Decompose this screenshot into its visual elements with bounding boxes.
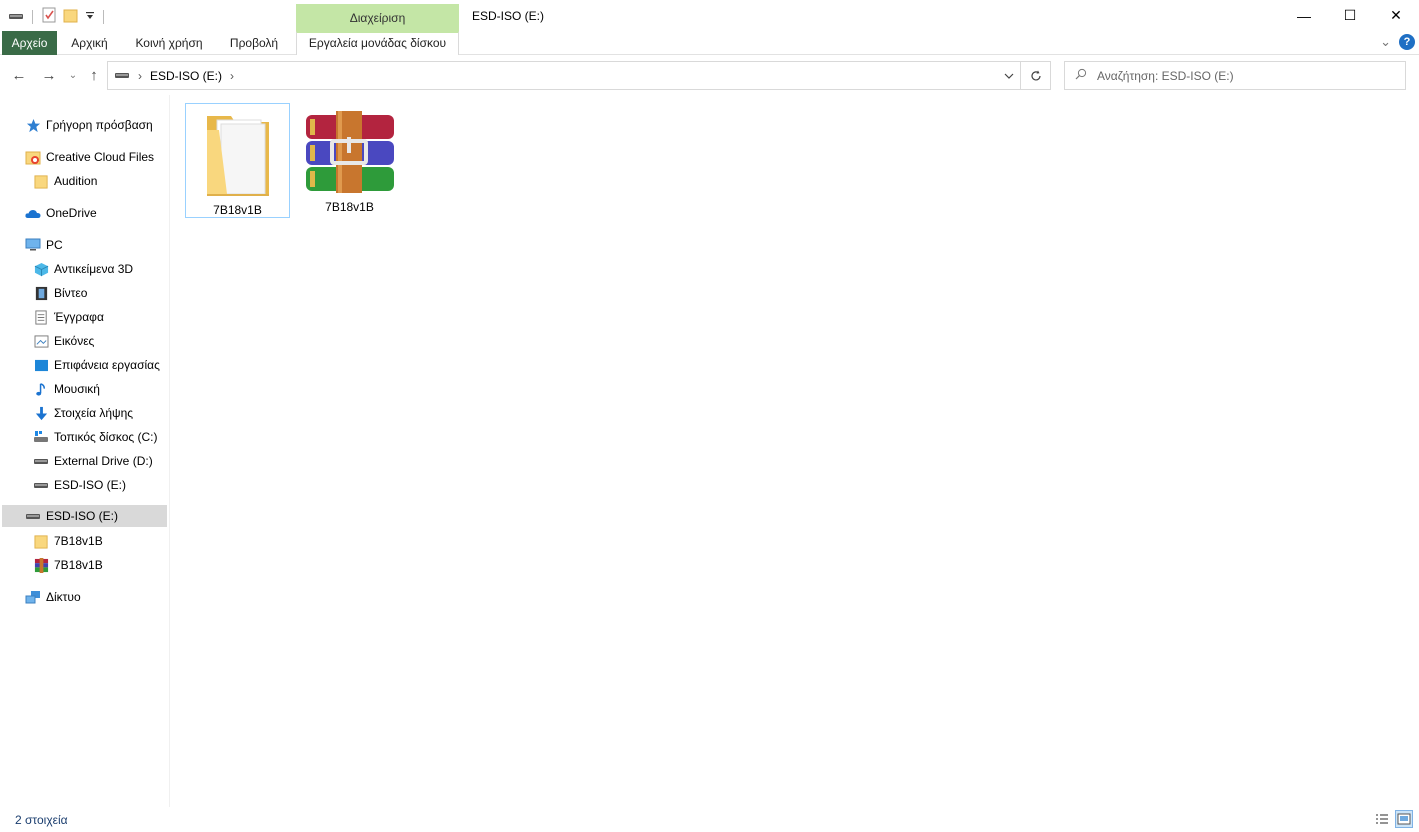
downloads-icon [33, 405, 49, 421]
pc-icon [25, 237, 41, 253]
sidebar-item-archive-7b18v1b[interactable]: 7B18v1B [0, 554, 168, 576]
tab-drive-tools[interactable]: Εργαλεία μονάδας δίσκου [296, 31, 459, 55]
sidebar-item-folder-7b18v1b[interactable]: 7B18v1B [0, 530, 168, 552]
expand-ribbon-icon[interactable]: ⌄ [1380, 34, 1391, 50]
sidebar-item-esd-iso-e-pc[interactable]: ESD-ISO (E:) [0, 474, 168, 496]
up-button[interactable]: ↑ [84, 65, 104, 85]
drive-icon[interactable] [8, 10, 24, 24]
sidebar-item-network[interactable]: Δίκτυο [0, 586, 168, 608]
refresh-button[interactable] [1021, 61, 1051, 90]
search-placeholder: Αναζήτηση: ESD-ISO (E:) [1097, 68, 1234, 83]
minimize-button[interactable]: — [1281, 0, 1327, 31]
winrar-archive-icon [302, 111, 398, 196]
file-item-archive[interactable]: 7B18v1B [297, 103, 402, 218]
video-icon [33, 285, 49, 301]
breadcrumb-separator[interactable]: › [138, 69, 142, 83]
network-icon [25, 589, 41, 605]
sidebar-item-music[interactable]: Μουσική [0, 378, 168, 400]
toolbar-separator [32, 9, 33, 24]
documents-icon [33, 309, 49, 325]
recent-locations-button[interactable]: ⌄ [63, 65, 83, 85]
tab-file[interactable]: Αρχείο [2, 31, 57, 55]
sidebar-item-audition[interactable]: Audition [0, 170, 168, 192]
drive-icon [33, 453, 49, 469]
address-dropdown-icon[interactable] [997, 61, 1021, 90]
sidebar-item-videos[interactable]: Βίντεο [0, 282, 168, 304]
folder-icon [33, 173, 49, 189]
tab-home[interactable]: Αρχική [62, 31, 117, 55]
navigation-bar: ← → ⌄ ↑ › ESD-ISO (E:) › Αναζήτηση: ESD-… [0, 55, 1419, 95]
desktop-icon [33, 357, 49, 373]
drive-icon [33, 477, 49, 493]
star-icon [25, 117, 41, 133]
sidebar-item-downloads[interactable]: Στοιχεία λήψης [0, 402, 168, 424]
forward-button[interactable]: → [39, 65, 59, 85]
winrar-icon [33, 557, 49, 573]
sidebar-item-esd-iso-e[interactable]: ESD-ISO (E:) [2, 505, 167, 527]
folder-icon [33, 533, 49, 549]
onedrive-icon [25, 205, 41, 221]
sidebar-item-desktop[interactable]: Επιφάνεια εργασίας [0, 354, 168, 376]
file-list: 7B18v1B 7B18v1B [171, 95, 1419, 807]
3d-objects-icon [33, 261, 49, 277]
window-title: ESD-ISO (E:) [472, 9, 545, 23]
file-name: 7B18v1B [325, 200, 374, 214]
ribbon-tabs: Αρχείο Αρχική Κοινή χρήση Προβολή Εργαλε… [0, 31, 1419, 55]
title-bar: Διαχείριση ESD-ISO (E:) — ☐ ✕ [0, 0, 1419, 31]
context-tab-header: Διαχείριση [296, 4, 459, 31]
view-switcher [1373, 810, 1413, 828]
drive-icon [114, 69, 130, 83]
folder-icon [201, 110, 275, 199]
sidebar-item-3d-objects[interactable]: Αντικείμενα 3D [0, 258, 168, 280]
properties-icon[interactable] [41, 7, 57, 26]
quick-access-toolbar [8, 7, 106, 26]
large-icons-view-icon[interactable] [1395, 810, 1413, 828]
breadcrumb-separator[interactable]: › [230, 69, 234, 83]
sidebar-item-documents[interactable]: Έγγραφα [0, 306, 168, 328]
file-item-folder[interactable]: 7B18v1B [185, 103, 290, 218]
pictures-icon [33, 333, 49, 349]
sidebar-item-pictures[interactable]: Εικόνες [0, 330, 168, 352]
address-bar[interactable]: › ESD-ISO (E:) › [107, 61, 1021, 90]
sidebar-item-creative-cloud[interactable]: Creative Cloud Files [0, 146, 168, 168]
new-folder-icon[interactable] [63, 7, 79, 26]
back-button[interactable]: ← [9, 65, 29, 85]
details-view-icon[interactable] [1373, 810, 1391, 828]
search-icon [1075, 68, 1087, 83]
sidebar-item-external-drive-d[interactable]: External Drive (D:) [0, 450, 168, 472]
music-icon [33, 381, 49, 397]
navigation-pane: Γρήγορη πρόσβαση Creative Cloud Files Au… [0, 95, 170, 807]
drive-icon [25, 508, 41, 524]
search-box[interactable]: Αναζήτηση: ESD-ISO (E:) [1064, 61, 1406, 90]
creative-cloud-icon [25, 149, 41, 165]
sidebar-item-pc[interactable]: PC [0, 234, 168, 256]
ribbon-controls: ⌄ ? [1380, 34, 1415, 50]
item-count: 2 στοιχεία [15, 813, 68, 827]
breadcrumb-drive[interactable]: ESD-ISO (E:) [150, 69, 222, 83]
maximize-button[interactable]: ☐ [1327, 0, 1373, 31]
customize-toolbar-icon[interactable] [85, 10, 95, 24]
help-icon[interactable]: ? [1399, 34, 1415, 50]
tab-view[interactable]: Προβολή [221, 31, 287, 55]
sidebar-item-local-disk-c[interactable]: Τοπικός δίσκος (C:) [0, 426, 168, 448]
status-bar: 2 στοιχεία [0, 807, 1419, 832]
sidebar-item-quick-access[interactable]: Γρήγορη πρόσβαση [0, 114, 168, 136]
file-name: 7B18v1B [213, 203, 262, 217]
close-button[interactable]: ✕ [1373, 0, 1419, 31]
toolbar-separator [103, 9, 104, 24]
tab-share[interactable]: Κοινή χρήση [127, 31, 211, 55]
sidebar-item-onedrive[interactable]: OneDrive [0, 202, 168, 224]
refresh-icon [1030, 70, 1041, 80]
local-disk-icon [33, 429, 49, 445]
